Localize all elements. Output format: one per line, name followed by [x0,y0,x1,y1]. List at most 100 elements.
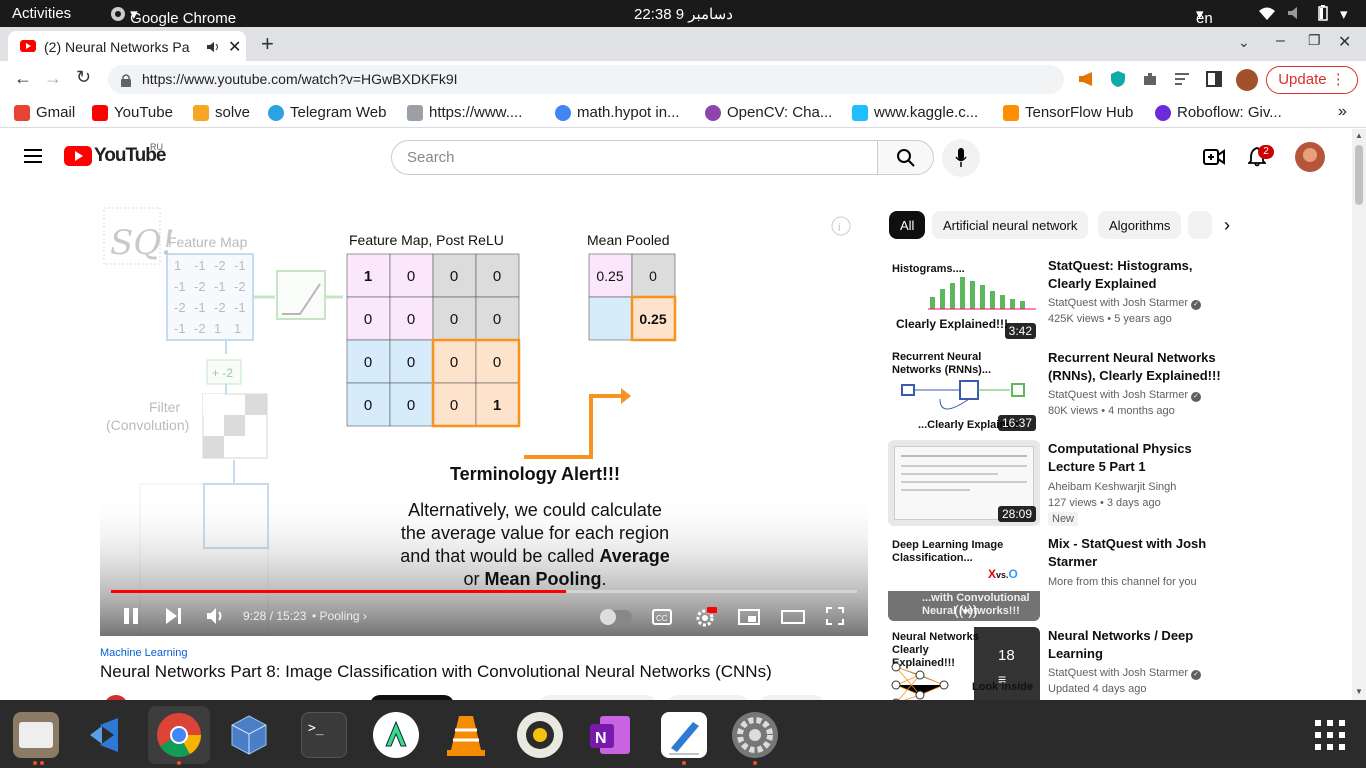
info-icon[interactable]: i [831,216,851,236]
address-bar[interactable]: https://www.youtube.com/watch?v=HGwBXDKF… [108,65,1064,94]
bookmark-telegram[interactable]: Telegram Web [268,104,386,121]
scroll-up-arrow[interactable]: ▲ [1355,131,1363,140]
chapter-button[interactable]: • Pooling › [312,609,367,623]
chips-next-arrow[interactable]: › [1224,215,1230,236]
svg-text:Alternatively, we could calcul: Alternatively, we could calculate [408,500,662,520]
theater-mode-icon[interactable] [781,609,805,625]
recommendation-channel[interactable]: StatQuest with Josh Starmer ✓ [1048,667,1202,680]
forward-button[interactable]: → [44,68,62,89]
tab-audio-icon[interactable] [206,41,220,53]
side-panel-icon[interactable] [1206,71,1222,87]
bookmark-kaggle[interactable]: www.kaggle.c... [852,104,978,121]
small-map-cell: -2 [194,321,206,336]
recommendation-thumbnail[interactable]: Neural Networks Clearly Explained!!! 18 … [888,627,1040,700]
search-button[interactable] [877,140,934,175]
small-map-cell: -1 [194,258,206,273]
recommendation-item[interactable]: 28:09 Computational Physics Lecture 5 Pa… [888,440,1228,526]
svg-text:CC: CC [656,614,668,623]
show-applications-grid-icon[interactable] [1307,712,1353,758]
recommendation-item[interactable]: Deep Learning Image Classification... Xv… [888,535,1228,621]
scroll-down-arrow[interactable]: ▼ [1355,687,1363,696]
settings-gear-icon[interactable] [695,607,717,627]
video-category-link[interactable]: Machine Learning [100,647,187,659]
reload-button[interactable]: ↻ [76,67,91,88]
activities-button[interactable]: Activities [12,5,71,22]
recommendation-meta: 80K views • 4 months ago [1048,405,1175,417]
post-relu-value: 0 [407,268,415,285]
bookmark-vpn[interactable]: https://www.... [407,104,522,121]
chip-all[interactable]: All [889,211,926,239]
bookmark-math-hypot[interactable]: math.hypot in... [555,104,680,121]
recommendation-item[interactable]: Recurrent Neural Networks (RNNs)... ...C… [888,349,1228,435]
bookmark-tensorflow-hub[interactable]: TensorFlow Hub [1003,104,1133,121]
pause-icon[interactable] [122,607,140,625]
window-close-button[interactable]: ✕ [1338,32,1351,52]
keyboard-layout[interactable]: en ▾ [1196,5,1213,27]
minimize-button[interactable]: – [1276,32,1285,50]
fullscreen-icon[interactable] [826,607,844,625]
profile-avatar[interactable] [1236,69,1258,91]
post-relu-value: 0 [493,268,501,285]
recommendation-channel[interactable]: More from this channel for you [1048,576,1197,588]
visual-studio-code-icon[interactable] [84,712,130,758]
recommendation-channel[interactable]: StatQuest with Josh Starmer ✓ [1048,297,1202,310]
create-video-icon[interactable] [1203,148,1225,166]
vlc-icon[interactable] [443,712,489,758]
recommendation-item[interactable]: Histograms.... Clearly Explained!!! 3:42… [888,257,1228,343]
recommendation-thumbnail[interactable]: Deep Learning Image Classification... Xv… [888,535,1040,621]
system-menu-arrow[interactable]: ▾ [1340,5,1348,23]
tab-search-icon[interactable]: ⌄ [1238,34,1250,51]
bookmark-roboflow[interactable]: Roboflow: Giv... [1155,104,1282,121]
recommendation-meta: Updated 4 days ago [1048,683,1147,695]
shield-extension-icon[interactable] [1110,70,1126,88]
onenote-icon[interactable]: N [588,712,634,758]
page-scrollbar[interactable]: ▲ ▼ [1352,129,1366,700]
recommendation-thumbnail[interactable]: Recurrent Neural Networks (RNNs)... ...C… [888,349,1040,435]
terminal-icon[interactable]: >_ [301,712,347,758]
recommendation-channel[interactable]: Aheibam Keshwarjit Singh [1048,481,1176,493]
tab-close-icon[interactable]: ✕ [228,37,241,57]
bookmark-solve[interactable]: solve [193,104,250,121]
search-input[interactable]: Search [391,140,878,175]
recommendation-channel[interactable]: StatQuest with Josh Starmer ✓ [1048,389,1202,402]
clock[interactable]: 22:38 9 دسامبر [634,5,733,23]
next-video-icon[interactable] [164,607,182,625]
app-menu[interactable]: Google Chrome ▾ [110,5,236,27]
back-button[interactable]: ← [14,68,32,89]
hamburger-menu-icon[interactable] [24,149,42,163]
video-player[interactable]: SQ! Feature Map 1 -1 -2 -1 -1 -2 -1 -2 -2 -1 -2 -1-… [100,204,868,636]
bookmark-opencv[interactable]: OpenCV: Cha... [705,104,832,121]
chip-more[interactable] [1188,211,1212,239]
autoplay-toggle[interactable] [600,609,632,625]
scrollbar-thumb[interactable] [1355,145,1363,205]
update-button[interactable]: Update ⋮ [1266,66,1358,94]
megaphone-icon[interactable] [1078,71,1096,87]
bookmark-gmail[interactable]: Gmail [14,104,75,121]
rhythmbox-icon[interactable] [517,712,563,758]
miniplayer-icon[interactable] [738,609,760,625]
settings-app-icon[interactable] [732,712,778,758]
files-app-icon[interactable] [13,712,59,758]
text-editor-icon[interactable] [661,712,707,758]
recommendation-item[interactable]: Neural Networks Clearly Explained!!! 18 … [888,627,1228,700]
android-studio-icon[interactable] [373,712,419,758]
more-bookmarks-icon[interactable]: » [1338,103,1347,121]
captions-icon[interactable]: CC [652,609,672,625]
extensions-puzzle-icon[interactable] [1142,71,1158,87]
bookmark-youtube[interactable]: YouTube [92,104,173,121]
google-chrome-dock-icon[interactable] [148,706,210,764]
chip-algorithms[interactable]: Algorithms [1098,211,1182,239]
recommendation-thumbnail[interactable]: 28:09 [888,440,1040,526]
voice-search-button[interactable] [942,139,980,177]
volume-icon[interactable] [206,607,226,625]
small-map-cell: -2 [234,279,246,294]
maximize-button[interactable]: ❐ [1308,32,1321,49]
tab-active[interactable]: (2) Neural Networks Pa ✕ [8,31,246,61]
post-relu-value: 1 [493,397,501,414]
new-tab-button[interactable]: + [261,31,274,57]
virtualbox-icon[interactable] [226,712,272,758]
recommendation-thumbnail[interactable]: Histograms.... Clearly Explained!!! 3:42 [888,257,1040,343]
account-avatar[interactable] [1295,142,1325,172]
chip-artificial-neural-network[interactable]: Artificial neural network [932,211,1089,239]
reading-list-icon[interactable] [1174,72,1190,86]
